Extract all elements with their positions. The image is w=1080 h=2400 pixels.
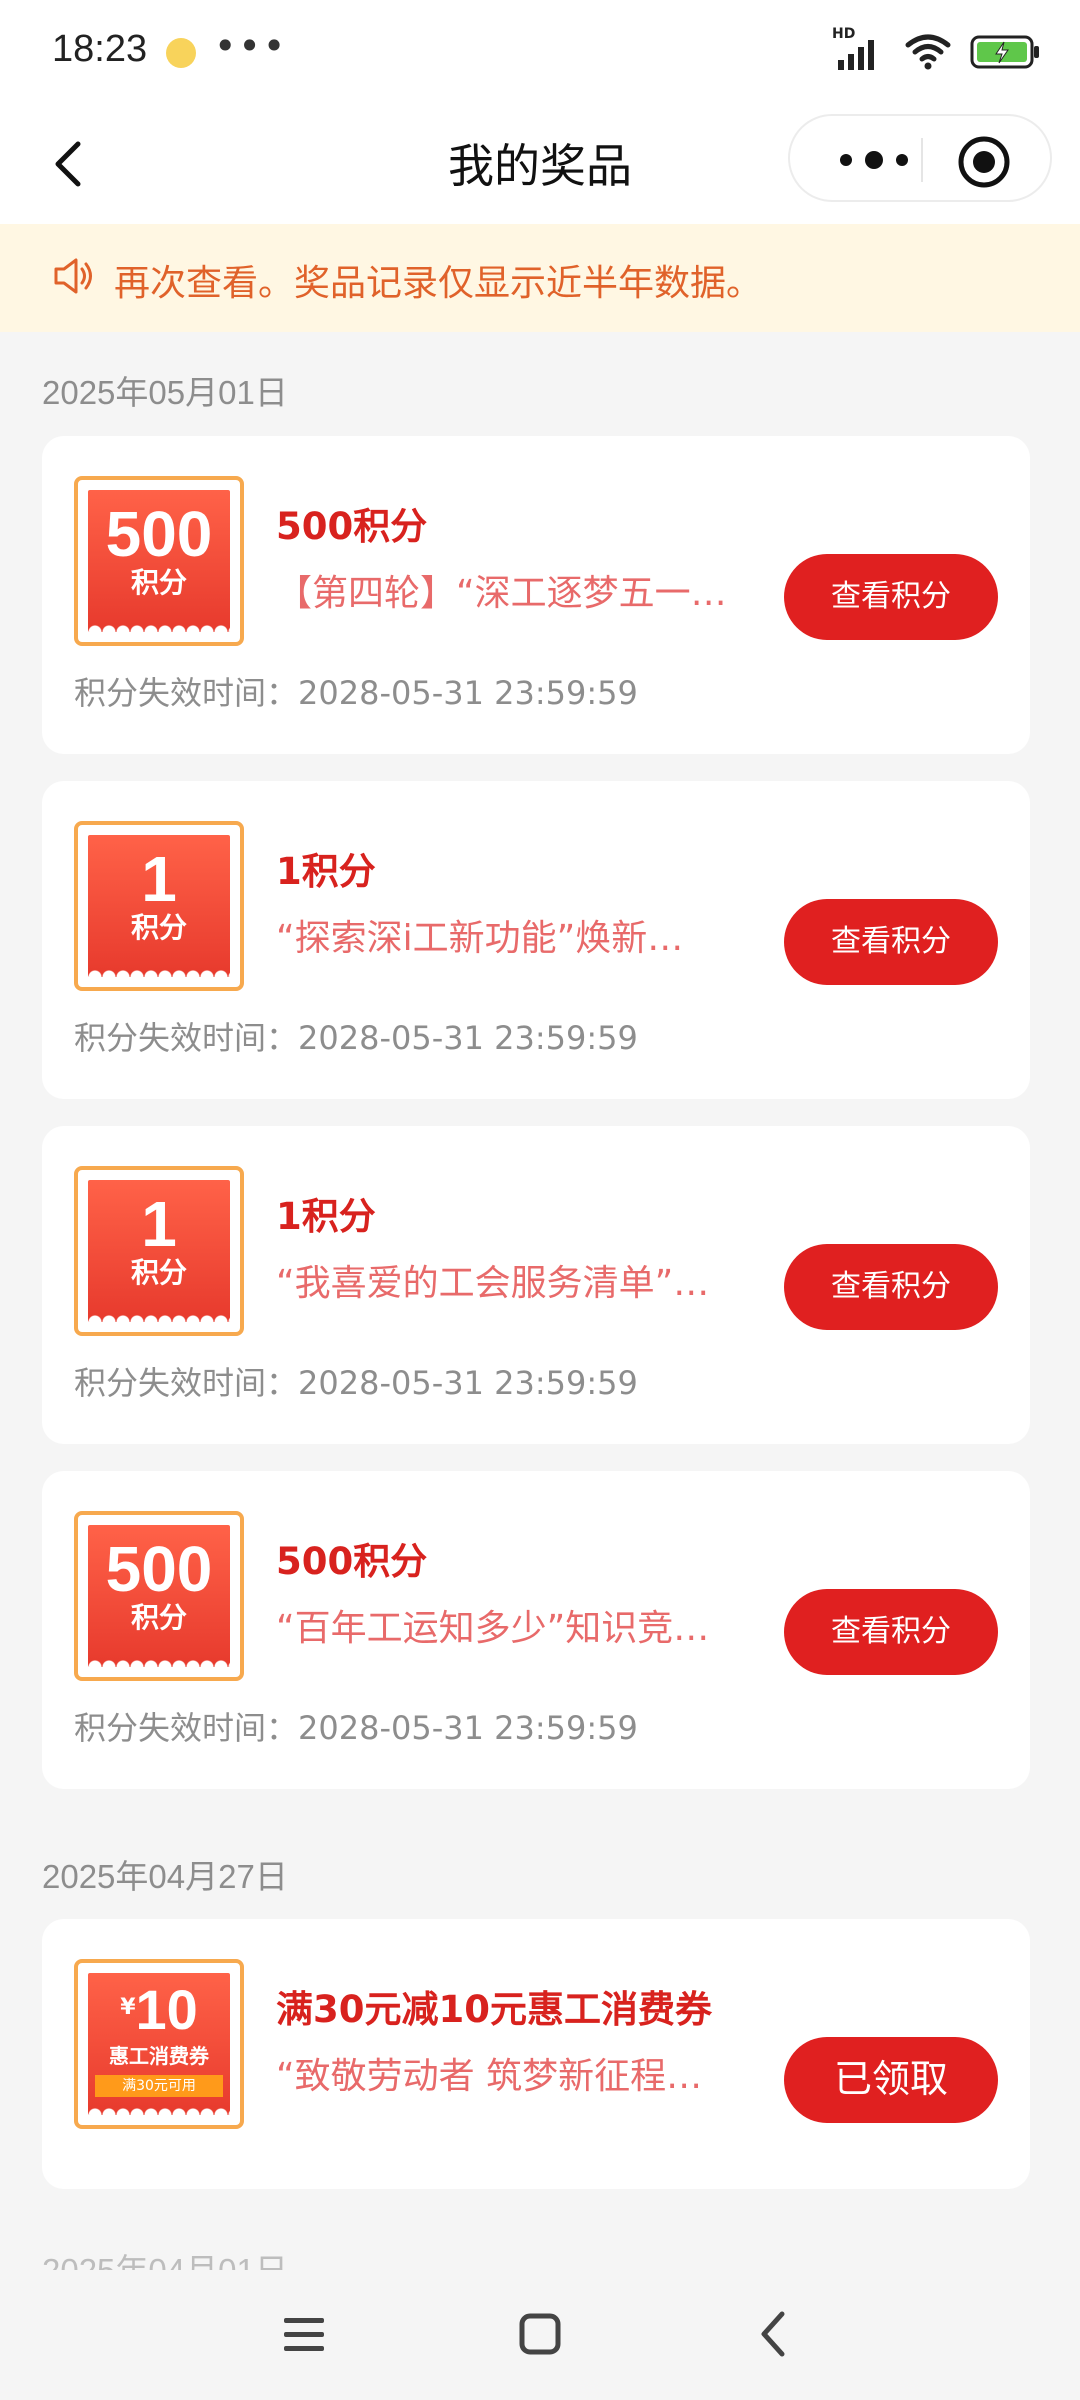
back-chevron-icon[interactable] (746, 2304, 806, 2364)
prize-title: 1积分 (276, 850, 376, 893)
prize-title: 1积分 (276, 1195, 376, 1238)
expire-time: 积分失效时间：2028-05-31 23:59:59 (74, 1019, 638, 1057)
status-time: 18:23 (52, 28, 148, 70)
prize-card: 500 积分 500积分 “百年工运知多少”知识竞… 查看积分 积分失效时间：2… (42, 1471, 1030, 1789)
view-points-button[interactable]: 查看积分 (784, 899, 998, 985)
status-icons: HD (832, 26, 1040, 74)
coupon-card: ¥10 惠工消费券 满30元可用 满30元减10元惠工消费券 “致敬劳动者 筑梦… (42, 1919, 1030, 2189)
wifi-icon (905, 34, 951, 70)
badge-amount: 500 (105, 498, 213, 570)
prize-title: 满30元减10元惠工消费券 (276, 1988, 712, 2031)
notice-text: 再次查看。奖品记录仅显示近半年数据。 (114, 263, 763, 304)
more-dots-icon[interactable] (824, 136, 924, 184)
prize-card: 1 积分 1积分 “我喜爱的工会服务清单”… 查看积分 积分失效时间：2028-… (42, 1126, 1030, 1444)
points-badge: 1 积分 (74, 1166, 244, 1336)
signal-icon: HD (832, 26, 886, 72)
date-header: 2025年05月01日 (42, 374, 288, 411)
menu-icon[interactable] (274, 2304, 334, 2364)
prize-description: “致敬劳动者 筑梦新征程… (276, 2056, 703, 2097)
points-badge: 500 积分 (74, 476, 244, 646)
battery-charging-icon (970, 35, 1039, 69)
coupon-yen: ¥ (120, 1995, 136, 2020)
expire-time: 积分失效时间：2028-05-31 23:59:59 (74, 1709, 638, 1747)
badge-amount: 1 (141, 843, 177, 915)
points-badge: 500 积分 (74, 1511, 244, 1681)
hd-label: HD (832, 26, 856, 42)
capsule-divider (921, 138, 923, 182)
badge-unit: 积分 (130, 1256, 187, 1289)
app-notification-icon (166, 38, 196, 68)
prize-description: “我喜爱的工会服务清单”… (276, 1263, 710, 1304)
badge-unit: 积分 (130, 1601, 187, 1634)
view-points-button[interactable]: 查看积分 (784, 1589, 998, 1675)
system-nav-bar (0, 2270, 1080, 2400)
prize-description: “百年工运知多少”知识竞… (276, 1608, 710, 1649)
target-close-icon[interactable] (956, 134, 1012, 190)
prize-title: 500积分 (276, 505, 428, 548)
prize-title: 500积分 (276, 1540, 428, 1583)
claimed-button[interactable]: 已领取 (784, 2037, 998, 2123)
status-more-dots: ••• (214, 24, 288, 68)
status-bar: 18:23 ••• HD (0, 0, 1080, 108)
points-badge: 1 积分 (74, 821, 244, 991)
coupon-condition: 满30元可用 (95, 2075, 223, 2097)
nav-bar: 我的奖品 (0, 108, 1080, 224)
expire-time: 积分失效时间：2028-05-31 23:59:59 (74, 1364, 638, 1402)
coupon-amount: 10 (135, 1978, 198, 2041)
coupon-name: 惠工消费券 (109, 2044, 209, 2068)
expire-time: 积分失效时间：2028-05-31 23:59:59 (74, 674, 638, 712)
view-points-button[interactable]: 查看积分 (784, 1244, 998, 1330)
date-header: 2025年04月27日 (42, 1858, 288, 1895)
speaker-icon (54, 258, 92, 294)
notice-bar: 再次查看。奖品记录仅显示近半年数据。 (0, 224, 1080, 332)
coupon-badge: ¥10 惠工消费券 满30元可用 (74, 1959, 244, 2129)
prize-description: “探索深i工新功能”焕新… (276, 918, 684, 959)
home-square-icon[interactable] (510, 2304, 570, 2364)
prize-card: 500 积分 500积分 【第四轮】“深工逐梦五一… 查看积分 积分失效时间：2… (42, 436, 1030, 754)
prize-description: 【第四轮】“深工逐梦五一… (276, 573, 727, 614)
badge-unit: 积分 (130, 566, 187, 599)
badge-amount: 1 (141, 1188, 177, 1260)
badge-amount: 500 (105, 1533, 213, 1605)
view-points-button[interactable]: 查看积分 (784, 554, 998, 640)
capsule-menu (788, 114, 1052, 202)
badge-unit: 积分 (130, 911, 187, 944)
prize-card: 1 积分 1积分 “探索深i工新功能”焕新… 查看积分 积分失效时间：2028-… (42, 781, 1030, 1099)
